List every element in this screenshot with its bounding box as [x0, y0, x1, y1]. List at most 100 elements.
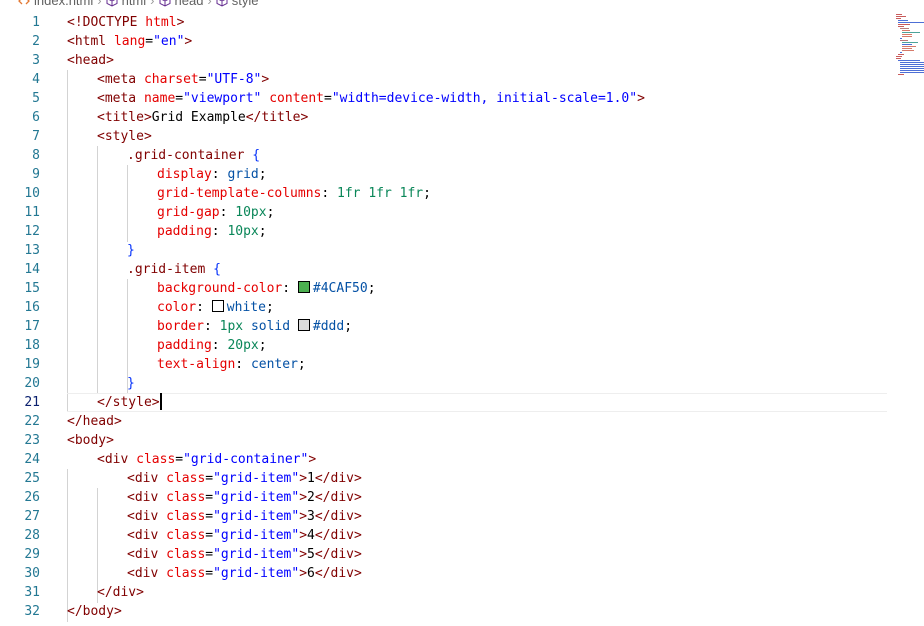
code-line[interactable]: 31 </div>	[0, 583, 924, 602]
code-token: :	[282, 281, 298, 296]
code-token: =	[205, 528, 214, 543]
code-line[interactable]: 7 <style>	[0, 127, 924, 146]
code-line[interactable]: 32 </body>	[0, 602, 924, 621]
line-number: 18	[24, 338, 40, 353]
code-token: <!DOCTYPE	[67, 15, 146, 30]
code-token: content	[269, 91, 325, 106]
code-token: :	[211, 224, 228, 239]
code-token: <meta	[97, 72, 144, 87]
line-number: 31	[24, 585, 40, 600]
minimap[interactable]	[895, 14, 924, 76]
breadcrumb-item-index-html[interactable]: index.html	[18, 0, 93, 7]
code-token: "grid-item"	[213, 547, 300, 562]
code-token: =	[205, 490, 214, 505]
code-token: >	[299, 528, 308, 543]
chevron-right-icon: ›	[97, 0, 102, 8]
code-token: :	[235, 357, 251, 372]
code-token: :	[203, 319, 220, 334]
code-token: </style>	[97, 395, 160, 410]
code-line[interactable]: 8 .grid-container {	[0, 146, 924, 165]
code-token: <style>	[97, 129, 152, 144]
breadcrumb-item-style[interactable]: style	[216, 0, 259, 7]
line-number: 14	[24, 262, 40, 277]
code-line[interactable]: 19 text-align: center;	[0, 355, 924, 374]
code-token: </div>	[314, 509, 362, 524]
code-line[interactable]: 5 <meta name="viewport" content="width=de…	[0, 89, 924, 108]
code-line[interactable]: 9 display: grid;	[0, 165, 924, 184]
code-editor[interactable]: 1 <!DOCTYPE html> 2 <html lang="en"> 3 <head>…	[0, 12, 924, 626]
color-swatch[interactable]	[297, 319, 310, 331]
code-line[interactable]: 20}	[0, 374, 924, 393]
code-line[interactable]: 4 <meta charset="UTF-8">	[0, 70, 924, 89]
code-line[interactable]: 26 <div class="grid-item">2</div>	[0, 488, 924, 507]
code-token: <head>	[67, 53, 114, 68]
code-line[interactable]: 1 <!DOCTYPE html>	[0, 13, 924, 32]
code-line[interactable]: 2 <html lang="en">	[0, 32, 924, 51]
code-token: solid	[250, 319, 291, 334]
code-token: }	[127, 376, 135, 391]
code-token: white	[226, 300, 266, 315]
code-line[interactable]: 29 <div class="grid-item">5</div>	[0, 545, 924, 564]
code-token: "grid-item"	[213, 509, 300, 524]
code-token: ;	[265, 300, 274, 315]
code-token: border	[157, 319, 204, 334]
code-token: text-align	[157, 357, 236, 372]
line-number: 21	[24, 395, 40, 410]
code-text: }	[127, 374, 135, 393]
code-token: class	[166, 528, 206, 543]
code-line[interactable]: 11 grid-gap: 10px;	[0, 203, 924, 222]
breadcrumb-label: index.html	[34, 0, 94, 8]
code-text: grid-template-columns: 1fr 1fr 1fr;	[157, 184, 431, 203]
code-text: text-align: center;	[157, 355, 306, 374]
code-token: .grid-item	[127, 262, 206, 277]
line-number: 4	[32, 72, 40, 87]
code-line[interactable]: 10 grid-template-columns: 1fr 1fr 1fr;	[0, 184, 924, 203]
code-token: </head>	[67, 414, 122, 429]
code-line[interactable]: 25 <div class="grid-item">1</div>	[0, 469, 924, 488]
code-token: >	[176, 15, 185, 30]
code-line[interactable]: 30 <div class="grid-item">6</div>	[0, 564, 924, 583]
breadcrumb-label: html	[121, 0, 147, 8]
code-line[interactable]: 6 <title>Grid Example</title>	[0, 108, 924, 127]
cube-icon	[106, 0, 118, 7]
code-line[interactable]: 28 <div class="grid-item">4</div>	[0, 526, 924, 545]
html-file-icon	[18, 0, 30, 7]
code-token: ;	[258, 224, 267, 239]
code-token: </div>	[314, 528, 362, 543]
code-text: <title>Grid Example</title>	[97, 108, 308, 127]
code-line[interactable]: 27 <div class="grid-item">3</div>	[0, 507, 924, 526]
code-line[interactable]: 3 <head>	[0, 51, 924, 70]
breadcrumb-item-html[interactable]: html	[106, 0, 147, 8]
code-text: <head>	[67, 51, 114, 70]
code-token: <body>	[67, 433, 114, 448]
code-token: 2	[307, 490, 315, 505]
code-line[interactable]: 17 border: 1px solid #ddd;	[0, 317, 924, 336]
code-token: =	[324, 91, 332, 106]
code-line[interactable]: 23 <body>	[0, 431, 924, 450]
code-text: <style>	[97, 127, 152, 146]
line-number: 19	[24, 357, 40, 372]
code-token: {	[213, 262, 221, 277]
code-line[interactable]: 21 </style>	[0, 393, 924, 412]
code-line[interactable]: 16 color: white;	[0, 298, 924, 317]
breadcrumb-item-head[interactable]: head	[159, 0, 203, 7]
code-token: display	[157, 167, 212, 182]
code-token: =	[205, 471, 214, 486]
code-token: 3	[307, 509, 315, 524]
code-line[interactable]: 13}	[0, 241, 924, 260]
code-line[interactable]: 18 padding: 20px;	[0, 336, 924, 355]
cube-icon	[216, 0, 228, 7]
code-line[interactable]: 12 padding: 10px;	[0, 222, 924, 241]
code-token: <title>	[97, 110, 152, 125]
code-line[interactable]: 22 </head>	[0, 412, 924, 431]
code-text: </body>	[67, 602, 122, 621]
code-token: =	[145, 34, 154, 49]
color-swatch[interactable]	[297, 281, 310, 293]
code-line[interactable]: 14 .grid-item {	[0, 260, 924, 279]
code-line[interactable]: 15 background-color: #4CAF50;	[0, 279, 924, 298]
code-line[interactable]: 24 <div class="grid-container">	[0, 450, 924, 469]
code-token: </div>	[314, 566, 362, 581]
code-token: =	[175, 452, 184, 467]
color-swatch[interactable]	[211, 300, 224, 312]
